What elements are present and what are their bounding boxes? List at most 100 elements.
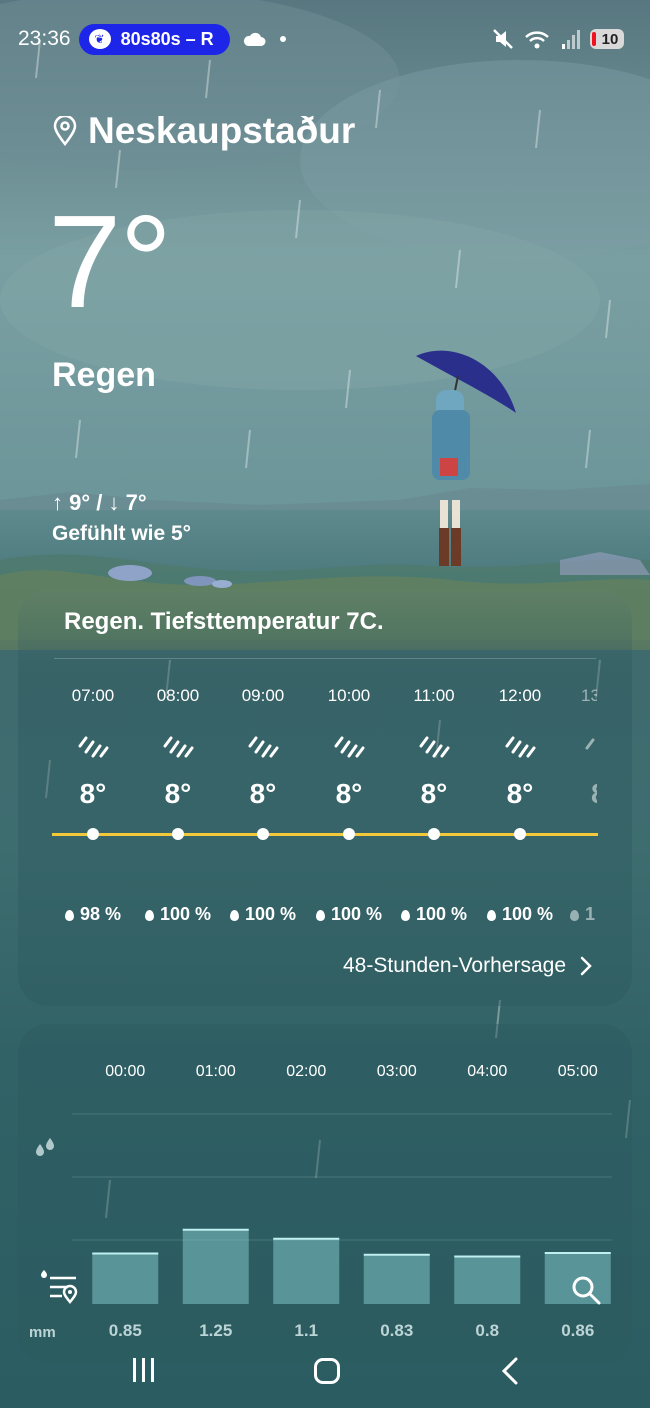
temperature-point (428, 828, 440, 840)
divider (54, 658, 596, 659)
hour-temperature: 8° (335, 778, 363, 809)
droplet-icon (229, 910, 239, 921)
location-header[interactable]: Neskaupstaður (52, 110, 355, 152)
chart-grid (72, 1113, 612, 1241)
droplet-icon (486, 910, 496, 921)
precipitation-value-label: 1.25 (199, 1321, 232, 1340)
hour-temperature: 8° (249, 778, 277, 809)
chart-bars (92, 1228, 611, 1304)
hour-column-partial: 13 8 (565, 686, 597, 810)
droplet-icon (315, 910, 325, 921)
signal-icon (562, 30, 580, 49)
notification-dot (279, 36, 286, 42)
precipitation-chart: 00:00 01:00 02:00 03:00 04:00 05:00 0.85 1.25 1… (72, 1063, 612, 1340)
hour-precipitation-partial: 1 (570, 904, 598, 925)
48-hour-forecast-link[interactable]: 48-Stunden-Vorhersage (343, 954, 592, 978)
feels-like-temperature: Gefühlt wie 5° (52, 522, 192, 545)
hour-time: 07:00 (71, 686, 115, 705)
droplet-icon (570, 910, 579, 921)
high-low-temperature: ↑ 9° / ↓ 7° (52, 490, 147, 515)
hour-precipitation: 98 % (53, 904, 133, 925)
battery-indicator: 10 (590, 29, 624, 49)
hour-temperature: 8° (79, 778, 107, 809)
wifi-icon (525, 31, 549, 49)
precipitation-value-label: 0.86 (561, 1321, 594, 1340)
rain-icon (334, 736, 365, 758)
precipitation-value-label: 0.85 (109, 1321, 142, 1340)
hour-time: 13 (581, 686, 597, 705)
temperature-point (172, 828, 184, 840)
filter-location-icon[interactable] (38, 1264, 82, 1308)
home-button[interactable] (314, 1358, 340, 1384)
precipitation-bar (182, 1229, 249, 1304)
rain-icon (585, 738, 595, 750)
media-notification-pill[interactable]: ❦ 80s80s – R (78, 23, 230, 55)
mute-icon (493, 29, 513, 49)
droplet-icon (400, 910, 410, 921)
precipitation-time-label: 01:00 (196, 1063, 236, 1080)
hour-time: 10:00 (327, 686, 371, 705)
rain-icon (163, 736, 194, 758)
precipitation-bar (363, 1254, 430, 1304)
precipitation-unit: mm (29, 1324, 56, 1341)
chart-value-labels: 0.85 1.25 1.1 0.83 0.8 0.86 (109, 1321, 595, 1340)
hour-time: 09:00 (241, 686, 285, 705)
media-label: 80s80s – R (120, 28, 214, 49)
hour-precipitation: 100 % (223, 904, 303, 925)
precipitation-bar (454, 1256, 521, 1304)
status-bar: 23:36 ❦ 80s80s – R 10 (18, 22, 624, 56)
droplet-icon (64, 910, 74, 921)
precipitation-value-label: 0.83 (380, 1321, 413, 1340)
precipitation-value-label: 0.8 (475, 1321, 499, 1340)
cloud-icon (243, 32, 266, 46)
hour-column: 07:00 8° (53, 686, 133, 810)
current-temperature: 7° (48, 188, 172, 335)
precipitation-bar (92, 1253, 159, 1304)
hour-column: 09:00 8° (223, 686, 303, 810)
location-pin-icon (53, 116, 77, 146)
hour-temperature: 8 (565, 778, 597, 810)
hour-time: 11:00 (413, 686, 455, 705)
chevron-right-icon (580, 956, 592, 976)
temperature-point (514, 828, 526, 840)
precipitation-time-label: 00:00 (105, 1063, 145, 1080)
precipitation-time-label: 02:00 (286, 1063, 326, 1080)
hour-precipitation: 100 % (480, 904, 560, 925)
status-time: 23:36 (18, 27, 71, 50)
chart-time-labels: 00:00 01:00 02:00 03:00 04:00 05:00 (105, 1063, 598, 1080)
precipitation-time-label: 05:00 (558, 1063, 598, 1080)
precipitation-bar (273, 1238, 340, 1304)
rain-icon (505, 736, 536, 758)
hour-column: 11:00 8° (394, 686, 474, 810)
recent-apps-button[interactable] (133, 1358, 154, 1382)
navigation-bar (0, 1350, 650, 1394)
back-button[interactable] (500, 1356, 520, 1386)
hour-time: 12:00 (498, 686, 542, 705)
droplet-icon (144, 910, 154, 921)
rain-icon (248, 736, 279, 758)
hour-temperature: 8° (506, 778, 534, 809)
temperature-point (343, 828, 355, 840)
precipitation-time-label: 03:00 (377, 1063, 417, 1080)
droplets-icon (36, 1138, 54, 1156)
hour-precipitation: 100 % (394, 904, 474, 925)
rain-icon (419, 736, 450, 758)
battery-level: 10 (601, 30, 619, 48)
hour-precipitation: 100 % (138, 904, 218, 925)
hour-temperature: 8° (164, 778, 192, 809)
hour-column: 10:00 8° (309, 686, 389, 810)
location-name: Neskaupstaður (88, 110, 356, 151)
temperature-point (257, 828, 269, 840)
hourly-forecast-card: Regen. Tiefsttemperatur 7C. 07:00 8° 08:… (18, 590, 632, 1006)
leaf-icon: ❦ (88, 29, 111, 49)
forecast-link-label: 48-Stunden-Vorhersage (343, 954, 566, 977)
precipitation-time-label: 04:00 (467, 1063, 507, 1080)
hour-time: 08:00 (156, 686, 200, 705)
hour-column: 12:00 8° (480, 686, 560, 810)
search-icon[interactable] (570, 1274, 602, 1306)
precipitation-card: 00:00 01:00 02:00 03:00 04:00 05:00 0.85 1.25 1… (18, 1024, 632, 1364)
temperature-point (87, 828, 99, 840)
forecast-summary: Regen. Tiefsttemperatur 7C. (64, 608, 384, 635)
hour-precipitation: 100 % (309, 904, 389, 925)
hour-temperature: 8° (420, 778, 448, 809)
